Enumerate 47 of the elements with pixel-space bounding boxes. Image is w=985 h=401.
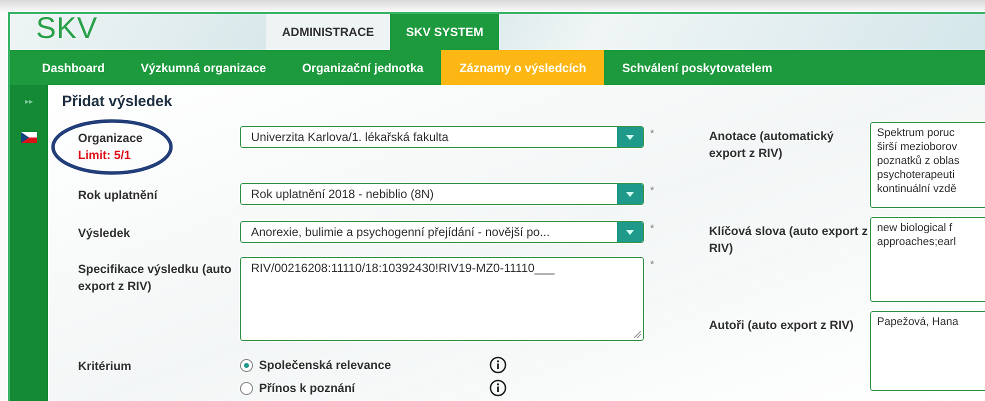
field-label: Anotace (automatický export z RIV) bbox=[709, 128, 835, 162]
caret-icon bbox=[626, 230, 634, 234]
text-line: širší mezioborov bbox=[877, 140, 958, 154]
required-mark: * bbox=[649, 184, 656, 197]
field-label: Rok uplatnění bbox=[78, 187, 159, 204]
required-mark: * bbox=[649, 258, 656, 271]
text-line: poznatků z oblas bbox=[877, 154, 961, 168]
field-label: Autoři (auto export z RIV) bbox=[709, 317, 855, 334]
radio-button[interactable] bbox=[240, 358, 253, 372]
nav-tab[interactable]: Schválení poskytovatelem bbox=[604, 50, 790, 85]
text-area[interactable]: Spektrum poruc širší mezioborov poznatků z oblas psychoterapeuti kontinuální vzdě bbox=[870, 122, 985, 208]
nav-tab[interactable]: Organizační jednotka bbox=[284, 50, 442, 85]
radio-label: Společenská relevance bbox=[259, 358, 392, 372]
nav-tab[interactable]: Výzkumná organizace bbox=[122, 50, 284, 85]
text-line: new biological f bbox=[877, 221, 954, 235]
logo: SKV bbox=[35, 12, 99, 47]
required-mark: * bbox=[649, 222, 656, 235]
text-line: Spektrum poruc bbox=[877, 126, 956, 140]
text-line: psychoterapeuti bbox=[877, 168, 956, 182]
radio-button[interactable] bbox=[240, 382, 253, 394]
nav-tab[interactable]: Dashboard bbox=[24, 50, 123, 85]
text-area[interactable]: RIV/00216208:11110/18:10392430!RIV19-MZ0-11110___ bbox=[240, 257, 644, 341]
field-label: Klíčová slova (auto export z RIV) bbox=[709, 223, 869, 257]
flag-icon[interactable] bbox=[21, 132, 37, 143]
radio-label: Přínos k poznání bbox=[259, 381, 356, 395]
text-line: Papežová, Hana bbox=[877, 315, 960, 329]
select-field[interactable]: Anorexie, bulimie a psychogenní přejídání - novější po... bbox=[240, 221, 644, 243]
top-tab[interactable]: ADMINISTRACE bbox=[266, 14, 390, 50]
resize-grip-icon[interactable] bbox=[634, 331, 641, 338]
info-icon[interactable] bbox=[489, 379, 507, 397]
field-label: Kritérium bbox=[78, 358, 132, 375]
field-label: Výsledek bbox=[78, 225, 132, 242]
text-line: approaches;earl bbox=[877, 235, 957, 249]
text-area[interactable]: new biological f approaches;earl bbox=[870, 217, 985, 302]
page-title: Přidat výsledek bbox=[62, 93, 174, 110]
select-field[interactable]: Rok uplatnění 2018 - nebiblio (8N) bbox=[240, 183, 644, 205]
top-tab[interactable]: SKV SYSTEM bbox=[390, 14, 500, 50]
select-field[interactable]: Univerzita Karlova/1. lékařská fakulta bbox=[240, 126, 644, 148]
info-icon[interactable] bbox=[489, 356, 507, 374]
limit-note: Limit: 5/1 bbox=[78, 147, 132, 164]
caret-icon bbox=[626, 134, 634, 140]
text-area[interactable]: Papežová, Hana bbox=[870, 311, 985, 391]
caret-icon bbox=[626, 192, 634, 196]
required-mark: * bbox=[649, 127, 656, 140]
field-label: Organizace bbox=[78, 130, 144, 147]
field-label: Specifikace výsledku (auto export z RIV) bbox=[78, 261, 232, 295]
text-line: kontinuální vzdě bbox=[877, 182, 958, 196]
